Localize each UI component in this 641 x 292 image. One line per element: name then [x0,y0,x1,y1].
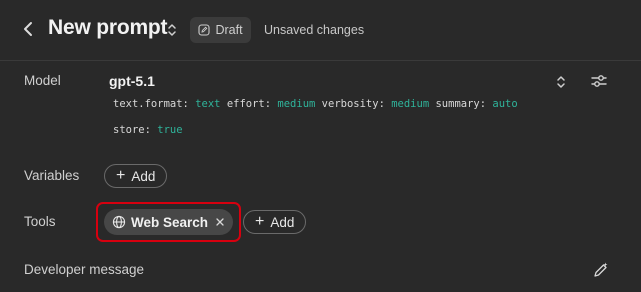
param-key: verbosity: [321,98,385,110]
variables-label: Variables [24,168,80,183]
param-value: text [195,98,221,110]
model-label: Model [24,73,61,88]
developer-message-label: Developer message [24,262,145,277]
remove-tool-close-icon[interactable] [215,217,225,227]
back-chevron-icon[interactable] [20,19,36,39]
tool-chip-label: Web Search [131,214,209,230]
add-tool-button[interactable]: + Add [243,210,307,234]
draft-pencil-icon [198,24,211,36]
tool-chip-web-search[interactable]: Web Search [104,209,233,235]
unsaved-changes-text: Unsaved changes [264,23,365,37]
plus-icon: + [116,166,126,184]
edit-magic-pencil-icon[interactable] [592,261,610,279]
param-value: medium [277,98,316,110]
chevron-up-down-icon[interactable] [166,22,178,38]
param-value: true [157,124,183,136]
param-key: effort: [226,98,272,110]
model-params-line-2: store: true [113,124,183,136]
add-variable-label: Add [131,168,156,184]
param-key: summary: [435,98,487,110]
param-value: auto [492,98,518,110]
header-bar: New prompt Draft Unsaved changes [0,0,641,61]
model-select-chevron-icon[interactable] [555,74,567,90]
param-value: medium [391,98,430,110]
draft-badge-label: Draft [215,23,243,37]
model-name[interactable]: gpt-5.1 [109,73,155,89]
globe-icon [112,215,126,229]
add-tool-label: Add [270,214,295,230]
tools-label: Tools [24,214,56,229]
draft-status-badge: Draft [190,17,251,43]
param-key: text.format: [113,98,189,110]
settings-sliders-icon[interactable] [590,73,608,89]
param-key: store: [113,124,151,136]
add-variable-button[interactable]: + Add [104,164,168,188]
page-title: New prompt [48,16,168,39]
plus-icon: + [255,212,265,230]
model-params-line-1: text.format: text effort: medium verbosi… [113,98,518,110]
